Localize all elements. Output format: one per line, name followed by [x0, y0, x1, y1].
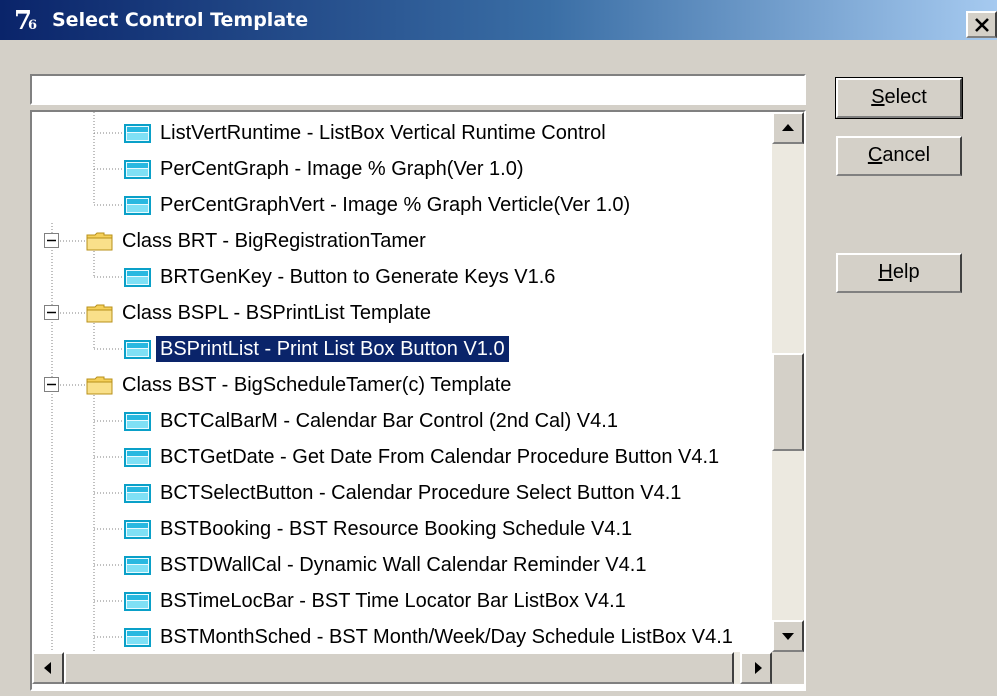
cancel-button[interactable]: Cancel — [836, 136, 962, 176]
tree-template-item[interactable]: BCTCalBarM - Calendar Bar Control (2nd C… — [32, 403, 772, 439]
scroll-down-button[interactable] — [772, 620, 804, 652]
arrow-down-icon — [782, 633, 794, 640]
horizontal-scroll-thumb[interactable] — [64, 652, 734, 684]
folder-icon — [86, 376, 113, 395]
arrow-left-icon — [44, 662, 51, 674]
collapse-toggle-icon[interactable] — [44, 305, 60, 321]
tree-item-label: BSTimeLocBar - BST Time Locator Bar List… — [160, 590, 626, 612]
tree-template-item[interactable]: BSTBooking - BST Resource Booking Schedu… — [32, 511, 772, 547]
tree-template-item[interactable]: BCTGetDate - Get Date From Calendar Proc… — [32, 439, 772, 475]
collapse-toggle-icon[interactable] — [44, 377, 60, 393]
control-template-icon — [124, 448, 151, 467]
tree-rows: ListVertRuntime - ListBox Vertical Runti… — [32, 115, 772, 652]
close-button[interactable] — [966, 11, 997, 38]
control-template-icon — [124, 196, 151, 215]
tree-item-label: BSTDWallCal - Dynamic Wall Calendar Remi… — [160, 554, 647, 576]
scroll-up-button[interactable] — [772, 112, 804, 144]
tree-class-node[interactable]: Class BRT - BigRegistrationTamer — [32, 223, 772, 259]
horizontal-scrollbar[interactable] — [32, 652, 772, 684]
template-filter-input[interactable] — [30, 74, 806, 105]
scroll-left-button[interactable] — [32, 652, 64, 684]
tree-template-item[interactable]: PerCentGraphVert - Image % Graph Verticl… — [32, 187, 772, 223]
title-bar[interactable]: 76 Select Control Template — [0, 0, 997, 42]
scrollbar-corner — [772, 652, 804, 684]
close-icon — [975, 18, 989, 32]
tree-item-label: ListVertRuntime - ListBox Vertical Runti… — [160, 122, 606, 144]
tree-item-label: Class BSPL - BSPrintList Template — [122, 302, 432, 324]
tree-template-item[interactable]: PerCentGraph - Image % Graph(Ver 1.0) — [32, 151, 772, 187]
scroll-right-button[interactable] — [740, 652, 772, 684]
tree-item-label: BCTGetDate - Get Date From Calendar Proc… — [160, 446, 720, 468]
tree-item-label: BRTGenKey - Button to Generate Keys V1.6 — [160, 266, 556, 288]
arrow-up-icon — [782, 124, 794, 131]
tree-template-item[interactable]: BRTGenKey - Button to Generate Keys V1.6 — [32, 259, 772, 295]
clarion-7-icon: 76 — [14, 6, 38, 36]
tree-template-item[interactable]: BSTMonthSched - BST Month/Week/Day Sched… — [32, 619, 772, 652]
tree-item-label: BSTMonthSched - BST Month/Week/Day Sched… — [160, 626, 733, 648]
control-template-icon — [124, 340, 151, 359]
tree-template-item[interactable]: BCTSelectButton - Calendar Procedure Sel… — [32, 475, 772, 511]
select-button[interactable]: Select — [836, 78, 962, 118]
control-template-icon — [124, 592, 151, 611]
tree-template-item[interactable]: ListVertRuntime - ListBox Vertical Runti… — [32, 115, 772, 151]
template-tree[interactable]: ListVertRuntime - ListBox Vertical Runti… — [30, 110, 806, 691]
tree-item-label: BSTBooking - BST Resource Booking Schedu… — [160, 518, 633, 540]
tree-class-node[interactable]: Class BST - BigScheduleTamer(c) Template — [32, 367, 772, 403]
help-button[interactable]: Help — [836, 253, 962, 293]
tree-item-label: Class BST - BigScheduleTamer(c) Template — [122, 374, 512, 396]
collapse-toggle-icon[interactable] — [44, 233, 60, 249]
control-template-icon — [124, 520, 151, 539]
tree-template-item[interactable]: BSTimeLocBar - BST Time Locator Bar List… — [32, 583, 772, 619]
tree-template-item[interactable]: BSTDWallCal - Dynamic Wall Calendar Remi… — [32, 547, 772, 583]
vertical-scroll-thumb[interactable] — [772, 353, 804, 451]
tree-item-label: BCTCalBarM - Calendar Bar Control (2nd C… — [160, 410, 618, 432]
tree-item-label: PerCentGraphVert - Image % Graph Verticl… — [160, 194, 631, 216]
window-title: Select Control Template — [52, 9, 309, 31]
arrow-right-icon — [755, 662, 762, 674]
control-template-icon — [124, 484, 151, 503]
folder-icon — [86, 304, 113, 323]
folder-icon — [86, 232, 113, 251]
control-template-icon — [124, 268, 151, 287]
tree-item-label: BCTSelectButton - Calendar Procedure Sel… — [160, 482, 682, 504]
control-template-icon — [124, 160, 151, 179]
control-template-icon — [124, 628, 151, 647]
vertical-scrollbar[interactable] — [772, 112, 804, 652]
tree-template-item[interactable]: BSPrintList - Print List Box Button V1.0 — [32, 331, 772, 367]
control-template-icon — [124, 124, 151, 143]
tree-class-node[interactable]: Class BSPL - BSPrintList Template — [32, 295, 772, 331]
control-template-icon — [124, 412, 151, 431]
tree-viewport: ListVertRuntime - ListBox Vertical Runti… — [32, 112, 772, 652]
tree-item-label: PerCentGraph - Image % Graph(Ver 1.0) — [160, 158, 524, 180]
tree-item-label: BSPrintList - Print List Box Button V1.0 — [156, 336, 509, 362]
tree-item-label: Class BRT - BigRegistrationTamer — [122, 230, 426, 252]
control-template-icon — [124, 556, 151, 575]
